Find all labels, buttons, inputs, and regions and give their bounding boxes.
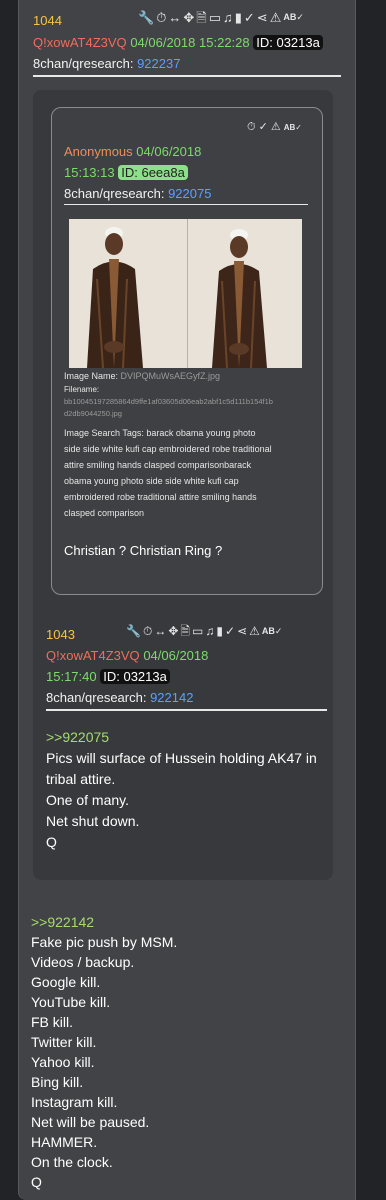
timer-icon[interactable]: ⏱ (156, 11, 166, 24)
wrench-icon[interactable]: 🔧 (138, 11, 154, 24)
board-name: 8chan/qresearch: (46, 690, 147, 705)
divider (64, 204, 308, 205)
clipboard-check-icon[interactable]: ✓ (244, 11, 255, 24)
tags-line-2: side side white kufi cap embroidered rob… (64, 444, 272, 454)
share-icon[interactable]: ⋖ (237, 625, 247, 637)
quoted-post-toolbar: ⏱ ✓ ⚠ AB✓ (247, 122, 302, 133)
wrench-icon[interactable]: 🔧 (126, 625, 141, 637)
body-line: Net shut down. (46, 813, 140, 829)
arrows-h-icon[interactable]: ↔ (154, 625, 166, 637)
vr-icon[interactable]: ▭ (209, 11, 221, 24)
body-line: Q (31, 1174, 42, 1190)
filename-line-2: d2db9044250.jpg (64, 409, 122, 418)
ab-check-icon[interactable]: AB✓ (284, 123, 302, 132)
board-name: 8chan/qresearch: (33, 56, 134, 71)
quoted-message: Christian ? Christian Ring ? (64, 543, 223, 558)
tags-label: Image Search Tags: (64, 428, 144, 438)
filename-line-1: bb10045197285864d9ffe1af03605d06eab2abf1… (64, 397, 273, 406)
post-1044-toolbar: 🔧 ⏱ ↔ ✥ 🗎 ▭ ♫ ▮ ✓ ⋖ ⚠ AB✓ (138, 11, 304, 24)
warning-icon[interactable]: ⚠ (249, 625, 260, 637)
clipboard-check-icon[interactable]: ✓ (225, 625, 235, 637)
document-icon[interactable]: 🗎 (180, 625, 190, 637)
poster-id[interactable]: ID: 03213a (100, 669, 170, 684)
move-icon[interactable]: ✥ (183, 11, 194, 24)
tags-line-5: embroidered robe traditional attire smil… (64, 492, 257, 502)
quoted-board-line: 8chan/qresearch: 922075 (64, 186, 211, 201)
body-line: On the clock. (31, 1154, 113, 1170)
body-line: Pics will surface of Hussein holding AK4… (46, 750, 317, 766)
post-number: 1044 (33, 13, 62, 28)
poster-id[interactable]: ID: 6eea8a (118, 165, 188, 180)
body-line: One of many. (46, 792, 130, 808)
body-line: Twitter kill. (31, 1034, 97, 1050)
tags-line-6: clasped comparison (64, 508, 145, 518)
post-1044-meta-line: Q!xowAT4Z3VQ 04/06/2018 15:22:28 ID: 032… (33, 35, 323, 50)
body-line: Google kill. (31, 974, 101, 990)
post-1043-toolbar: 🔧 ⏱ ↔ ✥ 🗎 ▭ ♫ ▮ ✓ ⋖ ⚠ AB✓ (126, 625, 282, 637)
body-line: Net will be paused. (31, 1114, 150, 1130)
divider (33, 75, 341, 77)
music-icon[interactable]: ♫ (205, 625, 214, 637)
image-name-label: Image Name: (64, 371, 119, 381)
post-link[interactable]: 922075 (168, 186, 211, 201)
clipboard-icon[interactable]: ▮ (235, 11, 242, 24)
ab-check-icon[interactable]: AB✓ (262, 626, 283, 636)
body-line: Videos / backup. (31, 954, 135, 970)
tripcode: Q!xowAT4Z3VQ (46, 648, 140, 663)
tripcode: Q!xowAT4Z3VQ (33, 35, 127, 50)
image-name-value[interactable]: DVIPQMuWsAEGyfZ.jpg (121, 371, 221, 381)
vr-icon[interactable]: ▭ (192, 625, 203, 637)
body-line: YouTube kill. (31, 994, 111, 1010)
clipboard-icon[interactable]: ▮ (216, 625, 223, 637)
clipboard-check-icon[interactable]: ✓ (259, 122, 268, 133)
post-time: 15:13:13 (64, 165, 115, 180)
post-time: 15:17:40 (46, 669, 97, 684)
body-line: Yahoo kill. (31, 1054, 95, 1070)
body-line: HAMMER. (31, 1134, 98, 1150)
attached-image[interactable] (69, 219, 302, 368)
quoted-author-line: Anonymous 04/06/2018 (64, 144, 201, 159)
body-line: Q (46, 834, 57, 850)
post-number: 1043 (46, 627, 75, 642)
body-line: Bing kill. (31, 1074, 84, 1090)
ab-check-icon[interactable]: AB✓ (283, 13, 304, 22)
post-1043-board-line: 8chan/qresearch: 922142 (46, 690, 193, 705)
image-name-line: Image Name: DVIPQMuWsAEGyfZ.jpg (64, 371, 220, 381)
document-icon[interactable]: 🗎 (196, 11, 206, 24)
tags-line-4: obama young photo side side white kufi c… (64, 476, 239, 486)
post-1043-meta-line: Q!xowAT4Z3VQ 04/06/2018 (46, 648, 208, 663)
poster-id[interactable]: ID: 03213a (253, 35, 323, 50)
post-date: 04/06/2018 (143, 648, 209, 663)
tags-line-1: Image Search Tags: barack obama young ph… (64, 428, 255, 438)
post-time: 15:22:28 (199, 35, 250, 50)
board-name: 8chan/qresearch: (64, 186, 165, 201)
quoted-time-line: 15:13:13 ID: 6eea8a (64, 165, 188, 180)
tags-text-1: barack obama young photo (146, 428, 256, 438)
body-line: tribal attire. (46, 771, 116, 787)
post-link[interactable]: 922142 (150, 690, 193, 705)
arrows-h-icon[interactable]: ↔ (168, 11, 181, 24)
post-1043-time-line: 15:17:40 ID: 03213a (46, 669, 170, 684)
timer-icon[interactable]: ⏱ (143, 625, 152, 637)
reply-link[interactable]: >>922142 (31, 912, 94, 932)
timer-icon[interactable]: ⏱ (247, 122, 256, 133)
body-line: Fake pic push by MSM. (31, 934, 178, 950)
author-name: Anonymous (64, 144, 133, 159)
post-date: 04/06/2018 (136, 144, 202, 159)
post-date: 04/06/2018 (130, 35, 196, 50)
share-icon[interactable]: ⋖ (257, 11, 268, 24)
filename-label: Filename: (64, 385, 100, 394)
warning-icon[interactable]: ⚠ (270, 11, 282, 24)
body-line: Instagram kill. (31, 1094, 118, 1110)
music-icon[interactable]: ♫ (223, 11, 233, 24)
move-icon[interactable]: ✥ (168, 625, 178, 637)
post-1044-board-line: 8chan/qresearch: 922237 (33, 56, 180, 71)
reply-link[interactable]: >>922075 (46, 727, 109, 747)
body-line: FB kill. (31, 1014, 73, 1030)
obama-comparison-photo (69, 219, 302, 368)
post-link[interactable]: 922237 (137, 56, 180, 71)
warning-icon[interactable]: ⚠ (271, 122, 281, 133)
tags-line-3: attire smiling hands clasped comparisonb… (64, 460, 252, 470)
divider (46, 709, 327, 711)
